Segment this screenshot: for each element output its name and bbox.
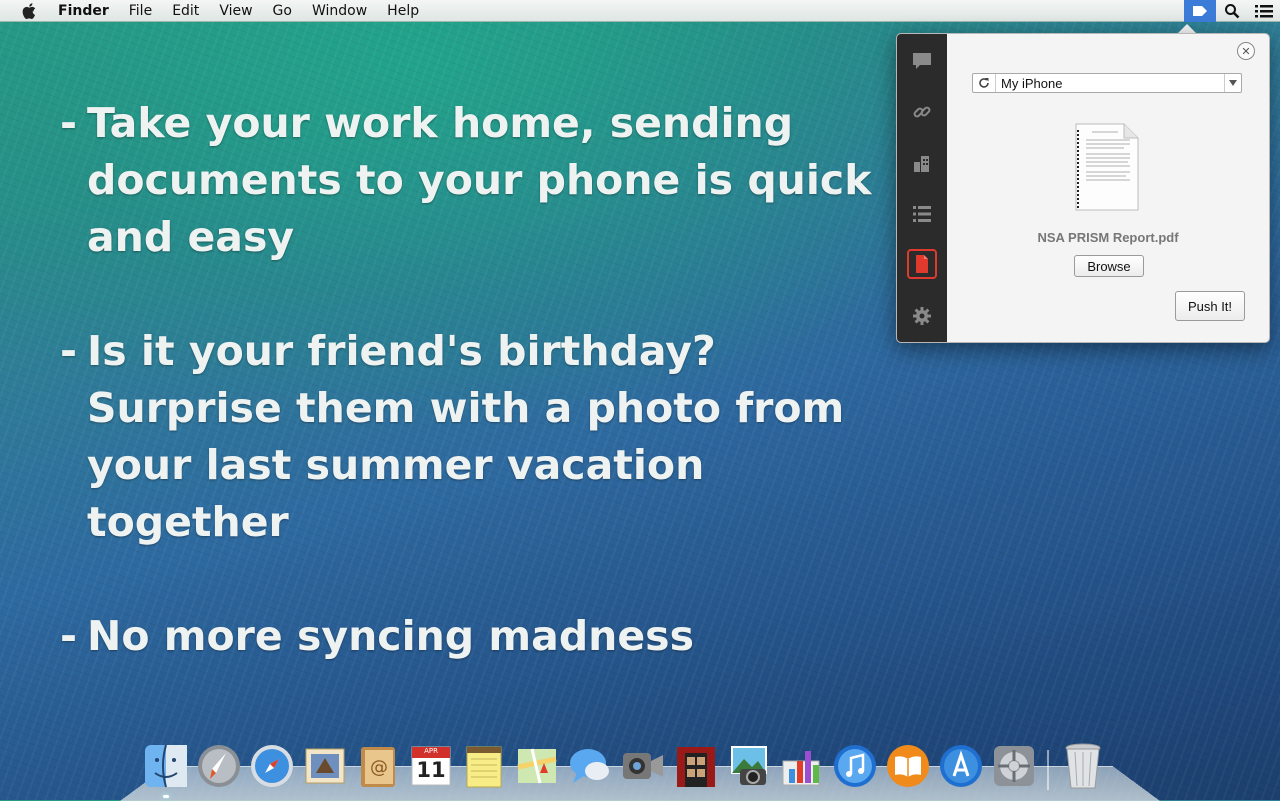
pushbullet-popover: ✕ My iPhone NSA PRISM Report.pdf Browse … (896, 33, 1270, 343)
dock-keynote-icon[interactable] (778, 742, 826, 790)
bullet-text: Is it your friend's birthday? Surprise t… (87, 327, 845, 546)
push-button[interactable]: Push It! (1175, 291, 1245, 321)
bullet-dash: - (60, 612, 78, 660)
link-icon[interactable] (907, 97, 937, 127)
dock-contacts-icon[interactable]: @ (354, 742, 402, 790)
close-icon[interactable]: ✕ (1237, 42, 1255, 60)
calendar-day: 11 (416, 758, 446, 782)
file-name: NSA PRISM Report.pdf (1037, 230, 1179, 245)
bullet-item: - Is it your friend's birthday? Surprise… (60, 323, 880, 551)
pushbullet-icon[interactable] (1184, 0, 1216, 22)
bullet-text: No more syncing madness (87, 612, 694, 660)
dock-mail-icon[interactable] (301, 742, 349, 790)
bullet-text: Take your work home, sending documents t… (87, 99, 872, 261)
dock: @ APR 11 (142, 736, 1112, 798)
spotlight-search-icon[interactable] (1216, 0, 1248, 22)
menu-app-finder[interactable]: Finder (48, 0, 119, 22)
dock-app-store-icon[interactable] (937, 742, 985, 790)
dock-trash-icon[interactable] (1059, 742, 1107, 790)
dock-photo-booth-icon[interactable] (672, 742, 720, 790)
dock-facetime-icon[interactable] (619, 742, 667, 790)
bullet-item: - No more syncing madness (60, 608, 880, 665)
refresh-icon[interactable] (973, 74, 996, 92)
dock-finder-icon[interactable] (142, 742, 190, 798)
dock-safari-icon[interactable] (248, 742, 296, 790)
menu-go[interactable]: Go (263, 0, 302, 22)
dock-separator (1047, 750, 1049, 790)
menu-window[interactable]: Window (302, 0, 377, 22)
menu-file[interactable]: File (119, 0, 162, 22)
apple-menu-icon[interactable] (20, 2, 38, 20)
menu-bar: Finder File Edit View Go Window Help (0, 0, 1280, 22)
bullet-dash: - (60, 327, 78, 375)
device-select-value: My iPhone (1001, 75, 1063, 91)
dock-messages-icon[interactable] (566, 742, 614, 790)
dock-maps-icon[interactable] (513, 742, 561, 790)
calendar-month: APR (424, 747, 438, 755)
notification-center-icon[interactable] (1248, 0, 1280, 22)
menu-help[interactable]: Help (377, 0, 429, 22)
file-icon[interactable] (907, 249, 937, 279)
running-indicator (163, 795, 169, 798)
slide-text: - Take your work home, sending documents… (60, 95, 880, 722)
dock-launchpad-icon[interactable] (195, 742, 243, 790)
device-select[interactable]: My iPhone (972, 73, 1242, 93)
address-icon[interactable] (907, 148, 937, 178)
dock-ibooks-icon[interactable] (884, 742, 932, 790)
popover-sidebar (897, 34, 947, 342)
dock-system-preferences-icon[interactable] (990, 742, 1038, 790)
settings-gear-icon[interactable] (907, 301, 937, 331)
browse-button[interactable]: Browse (1074, 255, 1144, 277)
menu-edit[interactable]: Edit (162, 0, 209, 22)
pdf-document-icon (1074, 122, 1140, 212)
menu-view[interactable]: View (209, 0, 262, 22)
chevron-down-icon[interactable] (1224, 74, 1241, 92)
dock-iphoto-icon[interactable] (725, 742, 773, 790)
bullet-item: - Take your work home, sending documents… (60, 95, 880, 266)
svg-text:@: @ (370, 757, 388, 778)
dock-itunes-icon[interactable] (831, 742, 879, 790)
dock-notes-icon[interactable] (460, 742, 508, 790)
dock-calendar-icon[interactable]: APR 11 (407, 742, 455, 790)
note-icon[interactable] (907, 46, 937, 76)
list-icon[interactable] (907, 199, 937, 229)
bullet-dash: - (60, 99, 78, 147)
